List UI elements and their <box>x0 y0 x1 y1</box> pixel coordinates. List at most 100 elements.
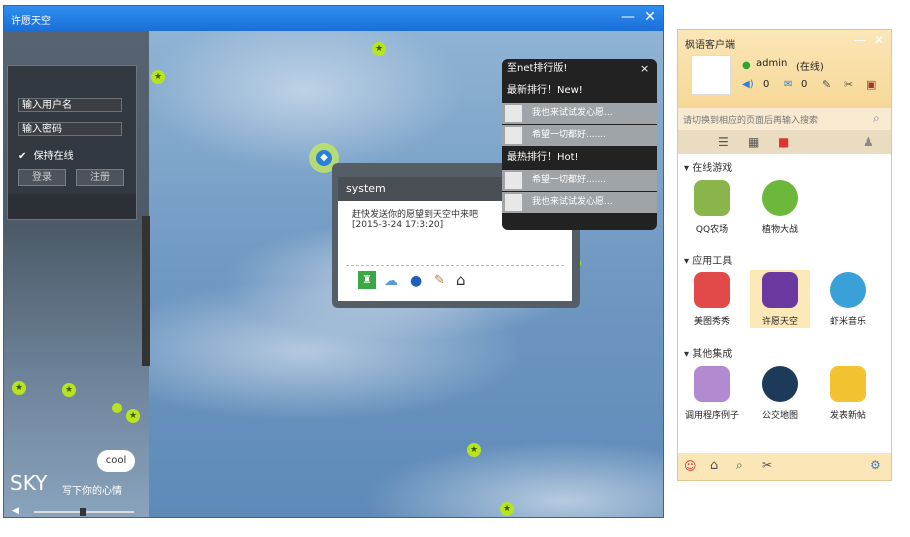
avatar[interactable] <box>691 55 731 95</box>
tab-user-icon[interactable]: ♟ <box>863 135 874 149</box>
app-label: 美图秀秀 <box>693 317 730 327</box>
pet-icon[interactable]: ☺ <box>684 459 697 473</box>
globe-icon <box>762 366 798 402</box>
tab-apps-icon[interactable]: ■ <box>778 135 789 149</box>
system-time: [2015-3-24 17:3:20] <box>352 220 444 230</box>
app-wish-sky[interactable]: 许愿天空 <box>750 270 810 328</box>
list-item[interactable]: 我也来试试发心愿... <box>502 103 657 124</box>
star-icon[interactable] <box>112 403 122 413</box>
scrollbar[interactable] <box>142 216 150 366</box>
volume-icon[interactable]: ◀ <box>12 506 19 516</box>
close-button[interactable]: ✕ <box>641 8 659 26</box>
search-input[interactable]: 请切换到相应的页面后再输入搜索 <box>683 113 818 126</box>
star-icon[interactable]: ★ <box>12 381 26 395</box>
edit-icon[interactable]: ✎ <box>822 78 831 91</box>
home-icon[interactable]: ⌂ <box>456 271 466 289</box>
star-icon[interactable]: ★ <box>372 42 386 56</box>
list-item-text: 我也来试试发心愿... <box>532 108 613 118</box>
app-bus-map[interactable]: 公交地图 <box>750 366 810 421</box>
section-header[interactable]: ▾ 应用工具 <box>684 252 732 267</box>
star-icon[interactable]: ★ <box>500 502 514 516</box>
list-item-text: 我也来试试发心愿... <box>532 197 613 207</box>
username: admin <box>756 58 788 69</box>
app-xiami[interactable]: 虾米音乐 <box>818 272 878 327</box>
online-icon: ● <box>742 60 751 71</box>
qq-icon[interactable]: ♜ <box>358 271 376 289</box>
wish-sky-icon <box>762 272 798 308</box>
avatar <box>505 194 522 211</box>
chat-icon[interactable]: ☁ <box>384 273 398 289</box>
app-label: QQ农场 <box>695 225 729 235</box>
avatar <box>505 105 522 122</box>
tab-list-icon[interactable]: ☰ <box>718 135 729 149</box>
search-bar[interactable]: 请切换到相应的页面后再输入搜索 ⌕ <box>678 108 891 130</box>
check-icon: ✔ <box>18 151 27 162</box>
sky-tagline: 写下你的心情 <box>62 486 122 497</box>
meitu-icon <box>694 272 730 308</box>
app-sample[interactable]: 调用程序例子 <box>682 366 742 421</box>
sample-icon <box>694 366 730 402</box>
section-label: 应用工具 <box>692 256 733 267</box>
list-item[interactable]: 希望一切都好....... <box>502 125 657 146</box>
bubble-icon[interactable]: ● <box>410 273 422 289</box>
star-icon[interactable]: ★ <box>151 70 165 84</box>
tab-grid-icon[interactable]: ▦ <box>748 135 759 149</box>
window-title: 许愿天空 <box>11 16 51 27</box>
list-item[interactable]: 我也来试试发心愿... <box>502 192 657 213</box>
section-label: 其他集成 <box>692 349 733 360</box>
app-label: 许愿天空 <box>761 317 798 327</box>
mail-icon[interactable]: ✉ <box>784 79 792 90</box>
ranking-close-button[interactable]: × <box>640 62 649 75</box>
minimize-button[interactable]: — <box>619 8 637 26</box>
app-label: 发表新帖 <box>829 411 866 421</box>
client-tabs: ☰ ▦ ■ ♟ <box>678 130 891 154</box>
register-button[interactable]: 注册 <box>76 169 124 186</box>
app-qq-farm[interactable]: QQ农场 <box>682 180 742 235</box>
client-footer: ☺ ⌂ ⌕ ✂ ⚙ <box>678 453 891 480</box>
search-icon[interactable]: ⌕ <box>873 111 880 126</box>
app-label: 虾米音乐 <box>829 317 866 327</box>
music-icon <box>830 272 866 308</box>
app-label: 调用程序例子 <box>684 411 739 421</box>
gear-icon[interactable]: ⚙ <box>870 458 881 472</box>
app-label: 公交地图 <box>761 411 798 421</box>
close-button[interactable]: ✕ <box>874 33 884 47</box>
home-icon[interactable]: ⌂ <box>710 458 718 473</box>
star-icon[interactable]: ★ <box>126 409 140 423</box>
tool-icon[interactable]: ✂ <box>844 78 853 91</box>
plant-icon <box>762 180 798 216</box>
divider <box>346 265 564 266</box>
pencil-icon[interactable]: ✎ <box>434 273 445 288</box>
section-header[interactable]: ▾ 在线游戏 <box>684 159 732 174</box>
star-icon[interactable]: ★ <box>467 443 481 457</box>
password-input[interactable]: 输入密码 <box>18 122 122 136</box>
user-status[interactable]: (在线) <box>796 58 824 73</box>
list-item-text: 希望一切都好....... <box>532 130 607 140</box>
app-meitu[interactable]: 美图秀秀 <box>682 272 742 327</box>
minimize-button[interactable]: — <box>854 33 866 47</box>
search-icon[interactable]: ⌕ <box>736 458 743 473</box>
tool-icon[interactable]: ✂ <box>762 458 772 472</box>
star-icon[interactable]: ★ <box>62 383 76 397</box>
login-button[interactable]: 登录 <box>18 169 66 186</box>
section-label: 在线游戏 <box>692 163 733 174</box>
section-header[interactable]: ▾ 其他集成 <box>684 345 732 360</box>
count-1: 0 <box>763 79 770 90</box>
remember-checkbox[interactable]: ✔ 保持在线 <box>18 147 74 162</box>
username-input[interactable]: 输入用户名 <box>18 98 122 112</box>
picture-icon[interactable]: ▣ <box>866 78 876 91</box>
volume-thumb[interactable] <box>80 508 86 516</box>
list-item[interactable]: 希望一切都好....... <box>502 170 657 191</box>
avatar <box>505 172 522 189</box>
main-titlebar: 许愿天空 — ✕ <box>4 6 663 31</box>
volume-slider[interactable] <box>34 508 134 516</box>
app-new-post[interactable]: 发表新帖 <box>818 366 878 421</box>
login-box: 输入用户名 输入密码 ✔ 保持在线 登录 注册 <box>7 65 137 220</box>
volume-icon[interactable]: ◀) <box>742 79 754 90</box>
sky-logo: SKY <box>10 471 48 495</box>
ranking-popup: 至net排行版! × 最新排行！New! 我也来试试发心愿... 希望一切都好.… <box>502 59 657 230</box>
cool-bubble: cool <box>97 450 135 472</box>
app-plants[interactable]: 植物大战 <box>750 180 810 235</box>
remember-label: 保持在线 <box>33 151 74 162</box>
list-item-text: 希望一切都好....... <box>532 175 607 185</box>
